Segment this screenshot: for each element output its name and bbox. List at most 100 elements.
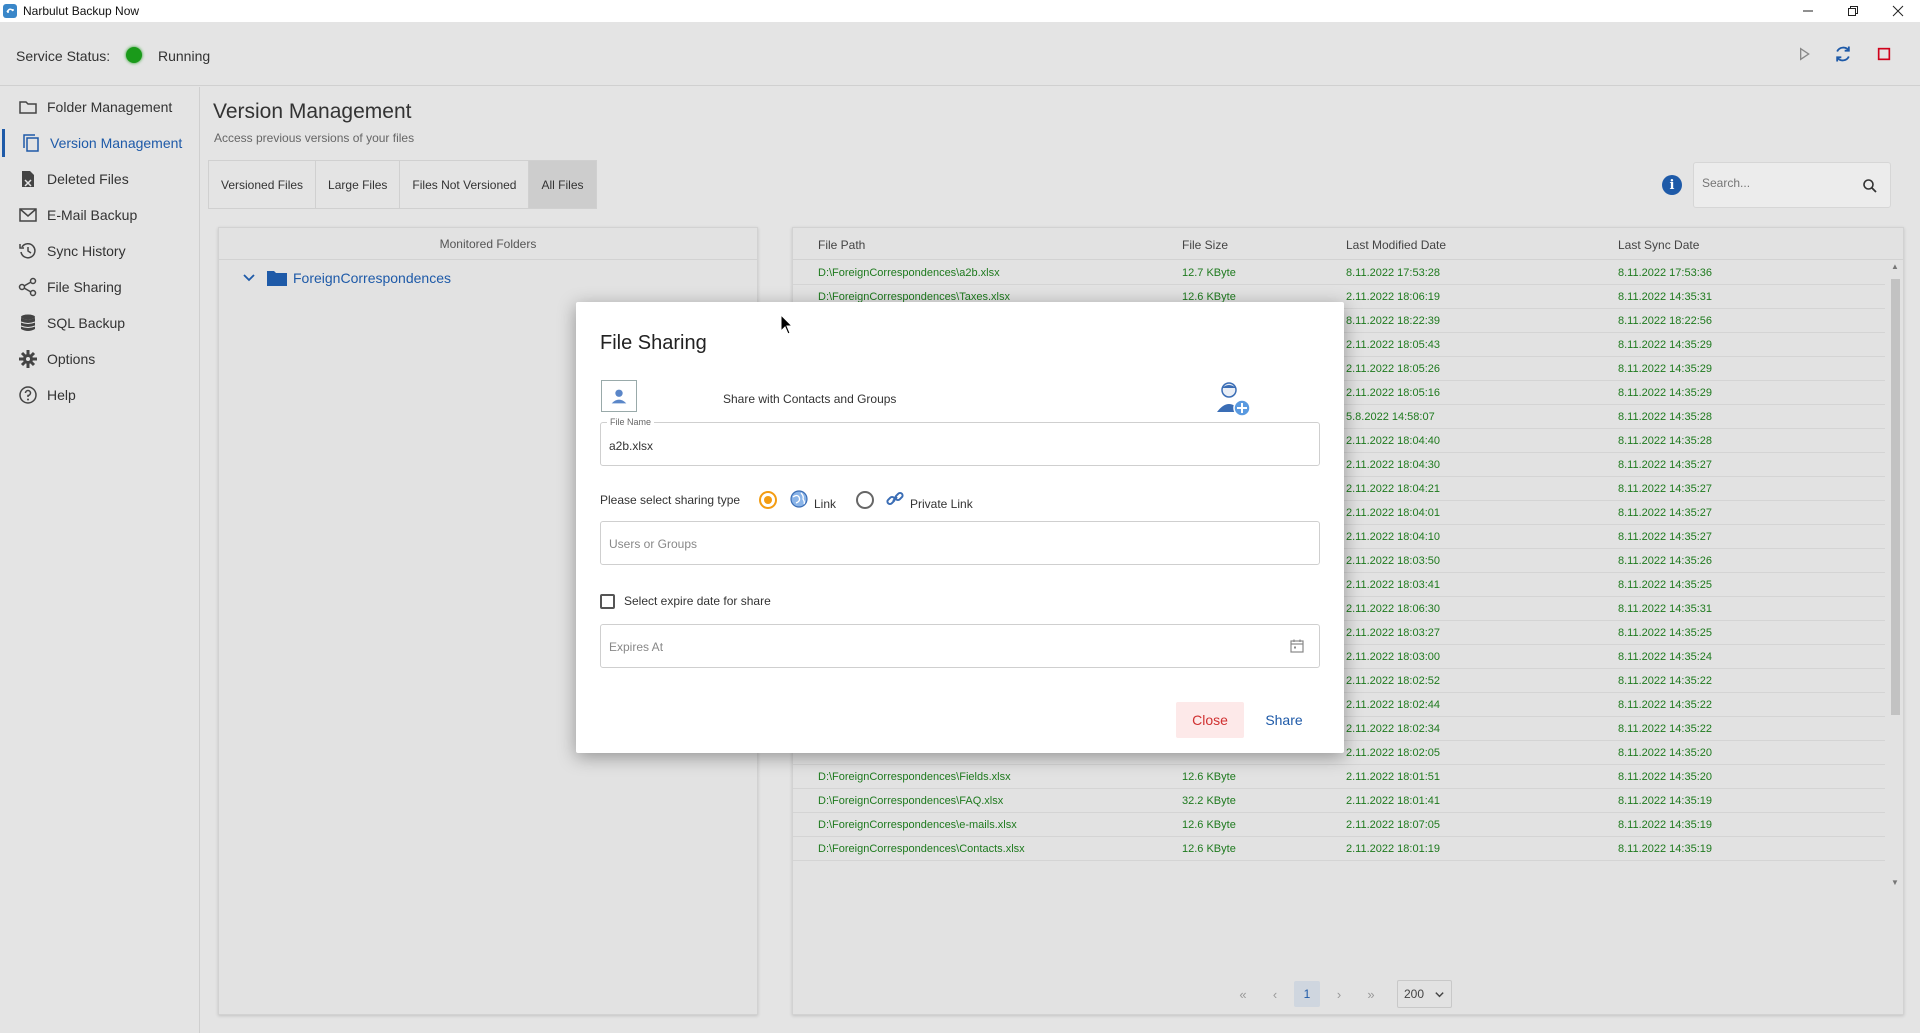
close-icon	[1892, 5, 1903, 17]
last-sync-cell: 8.11.2022 14:35:29	[1618, 363, 1712, 375]
link-option-label[interactable]: Link	[814, 497, 836, 511]
table-row[interactable]: D:\ForeignCorrespondences\FAQ.xlsx 32.2 K…	[793, 789, 1885, 813]
table-row[interactable]: D:\ForeignCorrespondences\a2b.xlsx 12.7 K…	[793, 261, 1885, 285]
scroll-up-icon[interactable]: ▲	[1891, 263, 1899, 271]
file-size-cell: 32.2 KByte	[1182, 795, 1236, 807]
stop-service-button[interactable]	[1872, 42, 1896, 66]
last-modified-cell: 2.11.2022 18:01:19	[1346, 843, 1440, 855]
page-title: Version Management	[213, 100, 412, 123]
sidebar-item-file-sharing[interactable]: File Sharing	[0, 269, 199, 305]
sidebar-item-deleted-files[interactable]: Deleted Files	[0, 161, 199, 197]
page-number-button[interactable]: 1	[1294, 981, 1320, 1007]
last-modified-cell: 2.11.2022 18:04:21	[1346, 483, 1440, 495]
close-button[interactable]: Close	[1176, 702, 1244, 738]
minimize-button[interactable]	[1785, 0, 1830, 22]
expire-date-checkbox-label[interactable]: Select expire date for share	[624, 594, 771, 608]
file-size-cell: 12.7 KByte	[1182, 267, 1236, 279]
restore-button[interactable]	[1830, 0, 1875, 22]
link-radio[interactable]	[759, 491, 777, 509]
status-indicator-icon	[126, 47, 142, 63]
users-groups-field[interactable]: Users or Groups	[600, 521, 1320, 565]
last-sync-cell: 8.11.2022 14:35:25	[1618, 579, 1712, 591]
stop-icon	[1877, 47, 1891, 61]
sidebar-item-label: E-Mail Backup	[47, 207, 138, 223]
sidebar-item-sql-backup[interactable]: SQL Backup	[0, 305, 199, 341]
scroll-down-icon[interactable]: ▼	[1891, 879, 1899, 887]
tab-versioned-files[interactable]: Versioned Files	[208, 160, 316, 209]
contact-card-icon	[601, 380, 637, 412]
last-sync-cell: 8.11.2022 14:35:22	[1618, 723, 1712, 735]
version-tabs: Versioned Files Large Files Files Not Ve…	[208, 160, 597, 209]
last-sync-cell: 8.11.2022 14:35:27	[1618, 483, 1712, 495]
search-input[interactable]	[1702, 176, 1852, 190]
last-page-button[interactable]: »	[1355, 981, 1387, 1007]
file-path-cell: D:\ForeignCorrespondences\a2b.xlsx	[818, 267, 1000, 279]
column-header-file-path[interactable]: File Path	[818, 238, 865, 252]
last-modified-cell: 2.11.2022 18:02:34	[1346, 723, 1440, 735]
last-sync-cell: 8.11.2022 14:35:19	[1618, 819, 1712, 831]
sidebar-item-label: Help	[47, 387, 76, 403]
page-size-select[interactable]: 200	[1397, 980, 1452, 1008]
folder-tree-item[interactable]: ForeignCorrespondences	[241, 270, 451, 286]
mail-icon	[19, 208, 37, 222]
tab-all-files[interactable]: All Files	[528, 160, 597, 209]
play-icon	[1800, 47, 1810, 61]
last-sync-cell: 8.11.2022 18:22:56	[1618, 315, 1712, 327]
file-name-label: File Name	[607, 417, 655, 427]
sidebar-item-email-backup[interactable]: E-Mail Backup	[0, 197, 199, 233]
search-icon[interactable]	[1862, 178, 1878, 194]
expire-date-checkbox[interactable]	[600, 594, 615, 609]
info-icon[interactable]: i	[1662, 175, 1682, 195]
scrollbar-thumb[interactable]	[1891, 279, 1900, 715]
sidebar-item-folder-management[interactable]: Folder Management	[0, 89, 199, 125]
start-service-button[interactable]	[1792, 42, 1816, 66]
sidebar-item-label: SQL Backup	[47, 315, 126, 331]
last-sync-cell: 8.11.2022 17:53:36	[1618, 267, 1712, 279]
close-window-button[interactable]	[1875, 0, 1920, 22]
table-row[interactable]: D:\ForeignCorrespondences\e-mails.xlsx 12…	[793, 813, 1885, 837]
file-size-cell: 12.6 KByte	[1182, 843, 1236, 855]
first-page-button[interactable]: «	[1227, 981, 1259, 1007]
tab-large-files[interactable]: Large Files	[315, 160, 400, 209]
folder-icon	[267, 271, 287, 286]
last-sync-cell: 8.11.2022 14:35:24	[1618, 651, 1712, 663]
last-modified-cell: 2.11.2022 18:06:19	[1346, 291, 1440, 303]
last-sync-cell: 8.11.2022 14:35:20	[1618, 771, 1712, 783]
tab-files-not-versioned[interactable]: Files Not Versioned	[399, 160, 529, 209]
last-modified-cell: 8.11.2022 18:22:39	[1346, 315, 1440, 327]
last-modified-cell: 2.11.2022 18:05:16	[1346, 387, 1440, 399]
gear-icon	[19, 350, 37, 368]
refresh-icon	[1836, 46, 1850, 62]
sidebar-item-version-management[interactable]: Version Management	[0, 125, 199, 161]
expires-at-field[interactable]: Expires At	[600, 624, 1320, 668]
last-sync-cell: 8.11.2022 14:35:28	[1618, 435, 1712, 447]
column-header-last-sync[interactable]: Last Sync Date	[1618, 238, 1699, 252]
add-user-icon[interactable]	[1214, 380, 1254, 418]
private-link-option-label[interactable]: Private Link	[910, 497, 973, 511]
last-modified-cell: 2.11.2022 18:01:51	[1346, 771, 1440, 783]
share-button[interactable]: Share	[1252, 702, 1316, 738]
sidebar-item-sync-history[interactable]: Sync History	[0, 233, 199, 269]
column-header-last-modified[interactable]: Last Modified Date	[1346, 238, 1446, 252]
chevron-down-icon[interactable]	[241, 270, 257, 286]
last-modified-cell: 8.11.2022 17:53:28	[1346, 267, 1440, 279]
calendar-icon[interactable]	[1289, 638, 1305, 654]
last-sync-cell: 8.11.2022 14:35:22	[1618, 699, 1712, 711]
prev-page-button[interactable]: ‹	[1259, 981, 1291, 1007]
last-modified-cell: 2.11.2022 18:03:27	[1346, 627, 1440, 639]
page-size-value: 200	[1404, 987, 1425, 1001]
private-link-radio[interactable]	[856, 491, 874, 509]
last-sync-cell: 8.11.2022 14:35:29	[1618, 339, 1712, 351]
file-name-field[interactable]: File Name a2b.xlsx	[600, 417, 1320, 466]
table-row[interactable]: D:\ForeignCorrespondences\Contacts.xlsx 1…	[793, 837, 1885, 861]
restart-service-button[interactable]	[1831, 42, 1855, 66]
last-sync-cell: 8.11.2022 14:35:22	[1618, 675, 1712, 687]
sidebar-item-label: Options	[47, 351, 96, 367]
sidebar-item-help[interactable]: Help	[0, 377, 199, 413]
next-page-button[interactable]: ›	[1323, 981, 1355, 1007]
last-sync-cell: 8.11.2022 14:35:25	[1618, 627, 1712, 639]
table-row[interactable]: D:\ForeignCorrespondences\Fields.xlsx 12.…	[793, 765, 1885, 789]
sidebar-item-options[interactable]: Options	[0, 341, 199, 377]
column-header-file-size[interactable]: File Size	[1182, 238, 1228, 252]
vertical-scrollbar[interactable]: ▲ ▼	[1887, 261, 1903, 891]
